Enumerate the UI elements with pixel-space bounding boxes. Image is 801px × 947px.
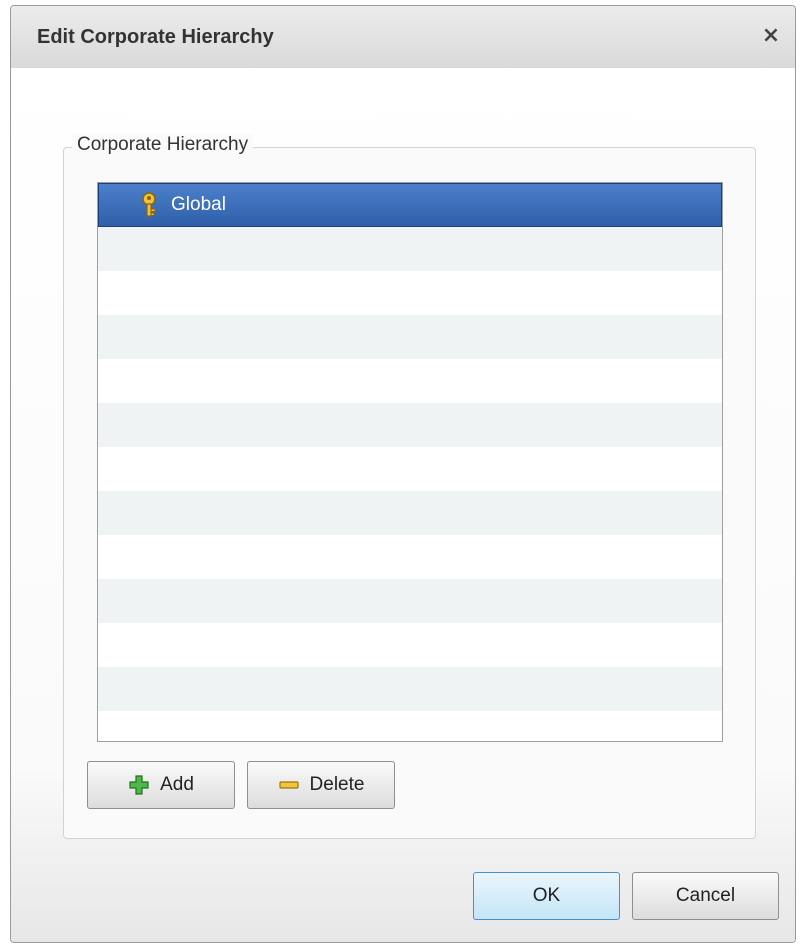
empty-row <box>98 403 722 447</box>
empty-row <box>98 667 722 711</box>
empty-row <box>98 315 722 359</box>
title-bar[interactable]: Edit Corporate Hierarchy × <box>11 6 795 69</box>
hierarchy-list[interactable]: Global <box>97 182 723 742</box>
dialog-content: Corporate Hierarchy Global Add Delete OK… <box>11 68 795 942</box>
empty-row <box>98 579 722 623</box>
empty-row <box>98 271 722 315</box>
group-label: Corporate Hierarchy <box>72 134 254 156</box>
list-item-label: Global <box>171 194 226 215</box>
dialog-title: Edit Corporate Hierarchy <box>37 26 274 48</box>
list-item[interactable]: Global <box>98 183 722 227</box>
empty-row <box>98 491 722 535</box>
delete-button-label: Delete <box>309 774 365 795</box>
ok-button[interactable]: OK <box>473 872 620 920</box>
add-button[interactable]: Add <box>87 761 235 809</box>
close-icon[interactable]: × <box>757 22 785 50</box>
add-button-label: Add <box>160 774 194 795</box>
key-icon <box>139 192 159 218</box>
empty-row <box>98 447 722 491</box>
dialog-window: Edit Corporate Hierarchy × Corporate Hie… <box>10 5 796 943</box>
empty-row <box>98 535 722 579</box>
ok-button-label: OK <box>532 885 561 906</box>
cancel-button-label: Cancel <box>675 885 736 906</box>
empty-row <box>98 711 722 741</box>
empty-row <box>98 623 722 667</box>
corporate-hierarchy-group: Corporate Hierarchy Global Add Delete <box>63 134 756 839</box>
empty-row <box>98 227 722 271</box>
cancel-button[interactable]: Cancel <box>632 872 779 920</box>
minus-icon <box>278 774 300 796</box>
plus-icon <box>128 774 150 796</box>
delete-button[interactable]: Delete <box>247 761 395 809</box>
empty-row <box>98 359 722 403</box>
